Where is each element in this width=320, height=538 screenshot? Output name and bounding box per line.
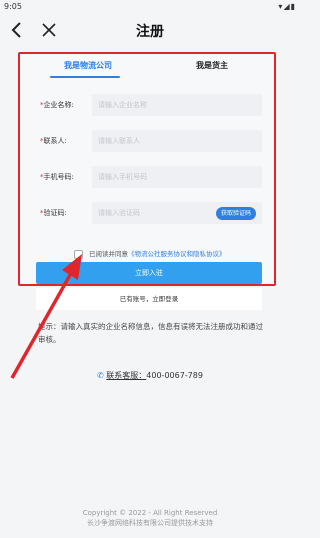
login-link[interactable]: 已有账号，立即登录 [36, 288, 262, 310]
agreement-row: 已阅读并同意《物流公社服务协议和隐私协议》 [74, 248, 226, 259]
captcha-label: *验证码: [40, 209, 67, 217]
notice-text: 提示：请输入真实的企业名称信息，信息有误将无法注册成功和通过审核。 [38, 322, 263, 344]
company-row: *企业名称: [40, 94, 262, 116]
tab-bar: 我是物流公司 我是货主 [20, 56, 274, 80]
phone-icon: ✆ [97, 371, 104, 380]
contact-input[interactable] [92, 130, 262, 152]
hotline-label: 联系客服： [106, 371, 147, 380]
status-time: 9:05 [4, 2, 22, 11]
tab-cargo-owner[interactable]: 我是货主 [196, 60, 228, 71]
hotline[interactable]: ✆ 联系客服：400-0067-789 [0, 370, 300, 381]
agreement-link[interactable]: 《物流公社服务协议和隐私协议》 [128, 250, 226, 258]
top-nav: 注册 [0, 14, 300, 48]
phone-input[interactable] [92, 166, 262, 188]
get-captcha-button[interactable]: 获取验证码 [215, 207, 256, 220]
tab-logistics-company[interactable]: 我是物流公司 [64, 60, 112, 71]
register-form-card: 我是物流公司 我是货主 *企业名称: *联系人: *手机号码: *验证码: 获取… [18, 52, 276, 286]
status-bar: 9:05 ▾◢▮ [0, 0, 300, 14]
page-title: 注册 [136, 24, 164, 40]
company-label: *企业名称: [40, 101, 74, 109]
copyright-text: Copyright © 2022 - All Right Reserved [82, 509, 218, 517]
hotline-number: 400-0067-789 [146, 371, 203, 380]
status-icons: ▾◢▮ [278, 2, 296, 11]
support-text: 长沙争渡网络科技有限公司提供技术支持 [87, 519, 213, 527]
register-button[interactable]: 立即入驻 [36, 262, 262, 284]
contact-row: *联系人: [40, 130, 262, 152]
phone-label: *手机号码: [40, 173, 74, 181]
footer: Copyright © 2022 - All Right Reserved 长沙… [0, 508, 300, 528]
phone-row: *手机号码: [40, 166, 262, 188]
active-tab-indicator [50, 76, 120, 78]
contact-label: *联系人: [40, 137, 67, 145]
captcha-row: *验证码: 获取验证码 [40, 202, 262, 224]
agreement-checkbox[interactable] [74, 249, 83, 259]
agreement-text: 已阅读并同意 [89, 250, 128, 258]
company-name-input[interactable] [92, 94, 262, 116]
